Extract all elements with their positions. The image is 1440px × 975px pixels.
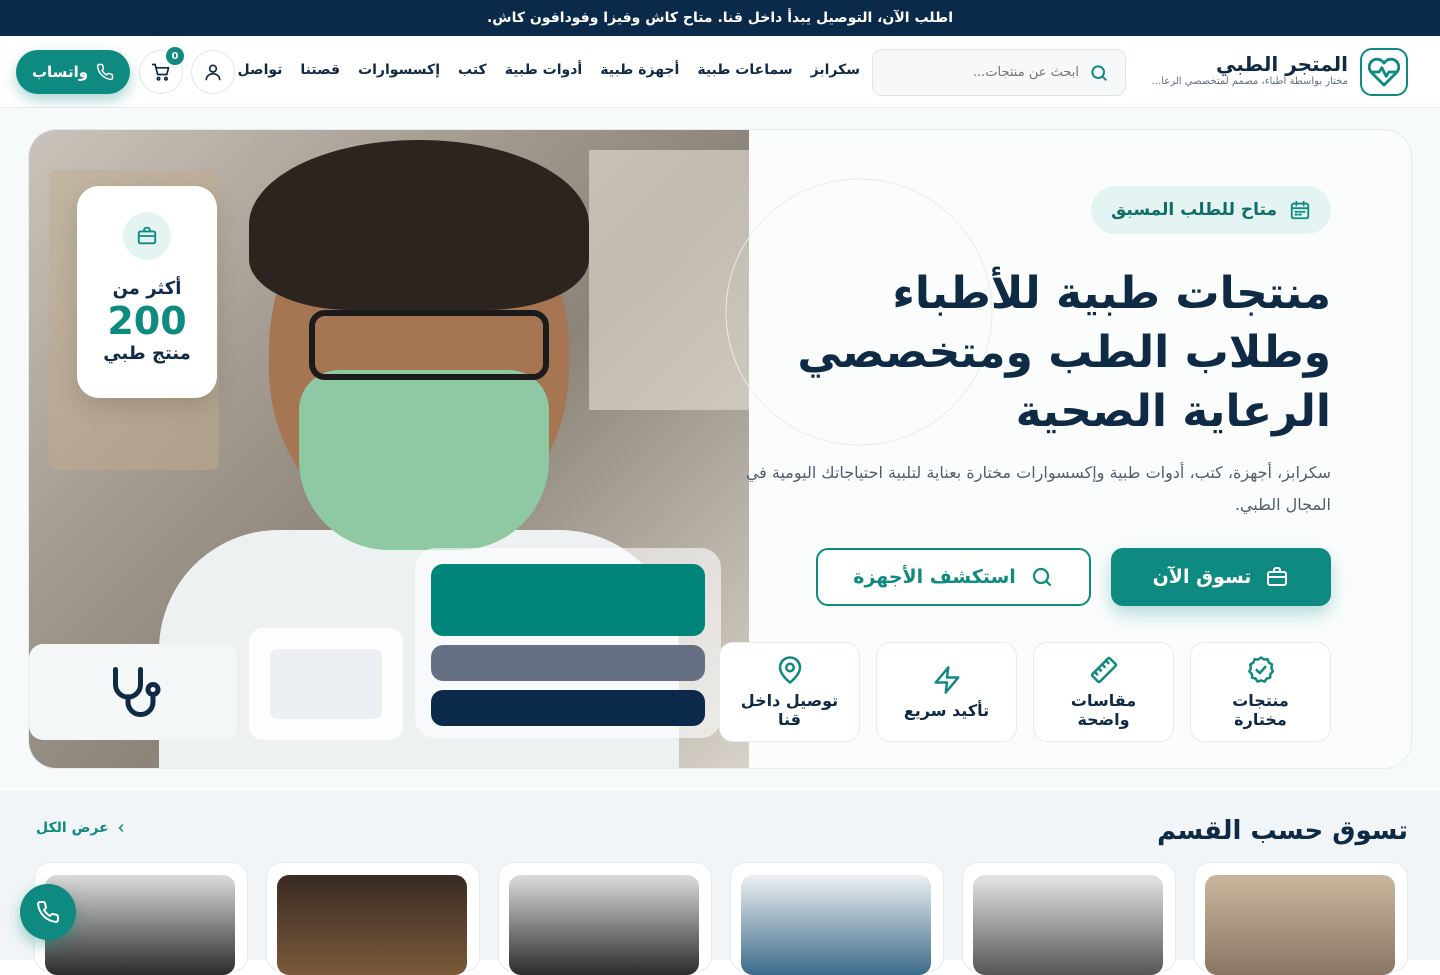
account-button[interactable] — [191, 50, 235, 94]
nav-item-books[interactable]: كتب — [458, 62, 487, 78]
category-card[interactable] — [1194, 862, 1408, 975]
stat-suffix: منتج طبي — [103, 343, 191, 364]
image-frame-tile — [249, 628, 403, 740]
feature-label: منتجات مختارة — [1232, 691, 1289, 729]
floating-call-button[interactable] — [20, 884, 76, 940]
map-pin-icon — [778, 656, 801, 684]
nav-item-accessories[interactable]: إكسسوارات — [358, 62, 440, 78]
logo[interactable] — [1360, 48, 1408, 96]
hero-title: منتجات طبية للأطباء وطلاب الطب ومتخصصي ا… — [797, 268, 1331, 437]
feature-label: توصيل داخل قنا — [740, 691, 839, 729]
zap-icon — [934, 665, 959, 694]
nav-item-devices[interactable]: أجهزة طبية — [600, 62, 679, 78]
stat-prefix: أكثر من — [112, 278, 182, 299]
nav-item-tools[interactable]: أدوات طبية — [505, 62, 583, 78]
doctor-photo: أكثر من 200 منتج طبي — [29, 130, 749, 768]
briefcase-icon — [123, 212, 171, 260]
brand-name[interactable]: المتجر الطبي — [1216, 52, 1348, 76]
search-icon[interactable] — [1089, 63, 1109, 83]
preorder-label: متاح للطلب المسبق — [1111, 200, 1277, 220]
brand-tagline: مختار بواسطة أطباء، مصمم لمتخصصي الرعا..… — [1151, 76, 1348, 87]
ruler-icon — [1090, 656, 1117, 684]
color-swatch-panel — [415, 548, 721, 738]
briefcase-icon — [1267, 567, 1288, 586]
explore-devices-label: استكشف الأجهزة — [853, 566, 1016, 588]
hero-card: أكثر من 200 منتج طبي متاح للطلب المسبق م… — [28, 129, 1412, 769]
feature-list: منتجات مختارة مقاسات واضحة تأكيد سريع تو… — [719, 642, 1331, 742]
search-box[interactable] — [872, 49, 1126, 96]
category-card[interactable] — [498, 862, 712, 975]
category-card[interactable] — [730, 862, 944, 975]
stethoscope-icon — [113, 667, 161, 717]
announcement-bar: اطلب الآن، التوصيل يبدأ داخل قنا. متاح ك… — [0, 0, 1440, 36]
categories-section: تسوق حسب القسم عرض الكل — [0, 790, 1440, 975]
shop-now-label: تسوق الآن — [1152, 566, 1252, 588]
nav-item-stethoscopes[interactable]: سماعات طبية — [697, 62, 792, 78]
hero-text: متاح للطلب المسبق منتجات طبية للأطباء وط… — [731, 186, 1331, 521]
site-header: المتجر الطبي مختار بواسطة أطباء، مصمم لم… — [0, 36, 1440, 108]
search-input[interactable] — [889, 65, 1079, 80]
hero-actions: تسوق الآن استكشف الأجهزة — [816, 548, 1331, 606]
categories-title: تسوق حسب القسم — [1157, 816, 1408, 846]
shop-now-button[interactable]: تسوق الآن — [1111, 548, 1331, 606]
view-all-link[interactable]: عرض الكل — [36, 820, 127, 836]
color-swatch-navy[interactable] — [431, 690, 705, 726]
whatsapp-label: واتساب — [31, 63, 89, 81]
explore-devices-button[interactable]: استكشف الأجهزة — [816, 548, 1091, 606]
nav-item-scrubs[interactable]: سكرابز — [811, 62, 860, 78]
chevron-left-icon — [118, 824, 123, 832]
whatsapp-button[interactable]: واتساب — [16, 50, 130, 94]
feature-card: مقاسات واضحة — [1033, 642, 1174, 742]
preorder-badge: متاح للطلب المسبق — [1091, 186, 1331, 234]
main-nav: سكرابز سماعات طبية أجهزة طبية أدوات طبية… — [205, 62, 860, 78]
search-icon — [1032, 567, 1051, 587]
category-card[interactable] — [962, 862, 1176, 975]
stat-number: 200 — [107, 299, 187, 343]
view-all-label: عرض الكل — [36, 820, 109, 836]
heart-pulse-icon — [1367, 57, 1401, 87]
cart-button[interactable]: 0 — [139, 47, 184, 94]
category-card[interactable] — [266, 862, 480, 975]
product-count-card: أكثر من 200 منتج طبي — [77, 186, 217, 398]
calendar-icon — [1290, 200, 1310, 220]
color-swatch-teal[interactable] — [431, 564, 705, 636]
feature-card: توصيل داخل قنا — [719, 642, 860, 742]
cart-icon — [151, 63, 170, 81]
feature-label: مقاسات واضحة — [1070, 691, 1137, 729]
cart-count-badge: 0 — [166, 47, 184, 65]
stethoscope-tile — [29, 644, 237, 740]
badge-check-icon — [1247, 656, 1274, 683]
phone-icon — [96, 63, 114, 81]
color-swatch-gray[interactable] — [431, 645, 705, 681]
announcement-text: اطلب الآن، التوصيل يبدأ داخل قنا. متاح ك… — [486, 10, 954, 26]
phone-icon — [37, 900, 60, 923]
feature-card: تأكيد سريع — [876, 642, 1017, 742]
feature-card: منتجات مختارة — [1190, 642, 1331, 742]
hero-description: سكرابز، أجهزة، كتب، أدوات طبية وإكسسوارا… — [745, 463, 1331, 514]
nav-item-our-story[interactable]: قصتنا — [300, 62, 340, 78]
user-icon — [205, 64, 221, 81]
feature-label: تأكيد سريع — [903, 700, 990, 720]
